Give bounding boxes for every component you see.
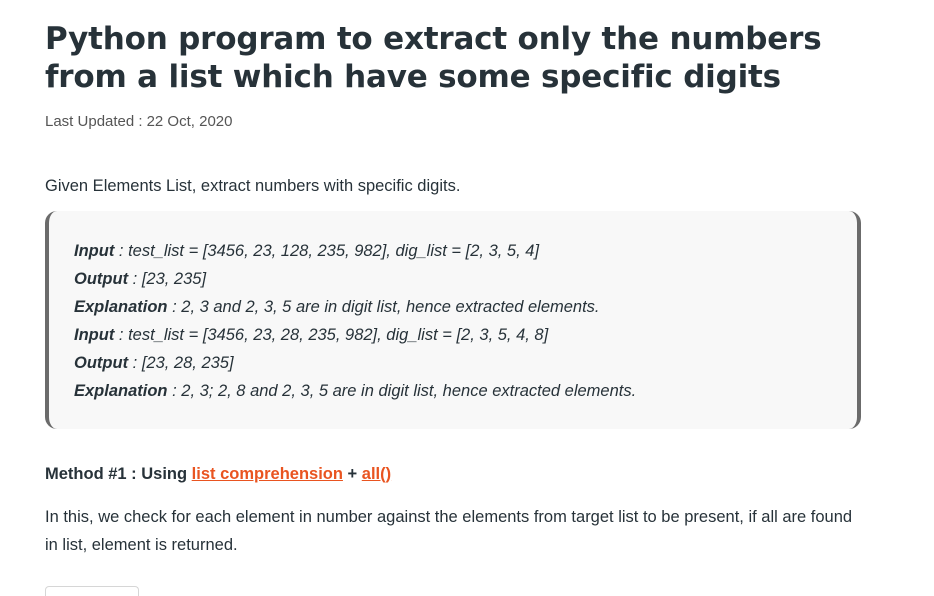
example-key: Input bbox=[74, 242, 115, 260]
all-function-link[interactable]: all() bbox=[362, 465, 391, 483]
example-box: Input : test_list = [3456, 23, 128, 235,… bbox=[45, 211, 861, 429]
example-line: Input : test_list = [3456, 23, 28, 235, … bbox=[74, 321, 857, 349]
example-key: Output bbox=[74, 270, 129, 288]
example-value: : [23, 28, 235] bbox=[128, 354, 234, 372]
last-updated: Last Updated : 22 Oct, 2020 bbox=[45, 113, 232, 130]
method-joiner: + bbox=[342, 465, 362, 483]
example-line: Output : [23, 28, 235] bbox=[74, 349, 857, 377]
method-description: In this, we check for each element in nu… bbox=[45, 508, 853, 554]
intro-text: Given Elements List, extract numbers wit… bbox=[45, 177, 461, 195]
example-value: : [23, 235] bbox=[128, 270, 207, 288]
code-tab[interactable] bbox=[45, 586, 139, 596]
last-updated-label: Last Updated : bbox=[45, 113, 143, 130]
example-value: : 2, 3; 2, 8 and 2, 3, 5 are in digit li… bbox=[167, 382, 637, 400]
list-comprehension-link[interactable]: list comprehension bbox=[192, 465, 343, 483]
example-line: Output : [23, 235] bbox=[74, 265, 857, 293]
example-value: : test_list = [3456, 23, 128, 235, 982],… bbox=[114, 242, 540, 260]
example-line: Input : test_list = [3456, 23, 128, 235,… bbox=[74, 237, 857, 265]
method-prefix: Method #1 : Using bbox=[45, 465, 192, 483]
example-line: Explanation : 2, 3; 2, 8 and 2, 3, 5 are… bbox=[74, 377, 857, 405]
example-key: Output bbox=[74, 354, 129, 372]
last-updated-date: 22 Oct, 2020 bbox=[146, 113, 233, 130]
method-heading: Method #1 : Using list comprehension + a… bbox=[45, 465, 391, 484]
example-line: Explanation : 2, 3 and 2, 3, 5 are in di… bbox=[74, 293, 857, 321]
example-value: : 2, 3 and 2, 3, 5 are in digit list, he… bbox=[167, 298, 600, 316]
example-key: Explanation bbox=[74, 298, 168, 316]
article-title: Python program to extract only the numbe… bbox=[45, 21, 822, 95]
example-key: Explanation bbox=[74, 382, 168, 400]
example-key: Input bbox=[74, 326, 115, 344]
article-page: Python program to extract only the numbe… bbox=[0, 0, 934, 596]
example-value: : test_list = [3456, 23, 28, 235, 982], … bbox=[114, 326, 549, 344]
